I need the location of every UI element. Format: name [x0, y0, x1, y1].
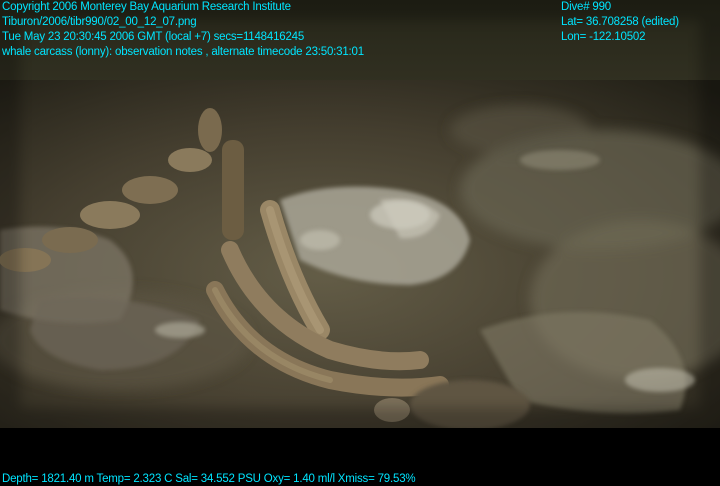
latitude: Lat= 36.708258 (edited) — [561, 16, 679, 28]
sensor-readout: Depth= 1821.40 m Temp= 2.323 C Sal= 34.5… — [2, 472, 416, 486]
seafloor-image — [0, 0, 720, 428]
copyright-line: Copyright 2006 Monterey Bay Aquarium Res… — [2, 1, 291, 13]
file-path-line: Tiburon/2006/tibr990/02_00_12_07.png — [2, 16, 197, 28]
observation-notes-line: whale carcass (lonny): observation notes… — [2, 46, 364, 58]
dive-number: Dive# 990 — [561, 1, 611, 13]
metadata-overlay-left: Copyright 2006 Monterey Bay Aquarium Res… — [2, 0, 364, 60]
longitude: Lon= -122.10502 — [561, 31, 646, 43]
video-frame: Copyright 2006 Monterey Bay Aquarium Res… — [0, 0, 720, 486]
sensor-values-line: Depth= 1821.40 m Temp= 2.323 C Sal= 34.5… — [2, 473, 416, 485]
underwater-scene — [0, 0, 720, 428]
metadata-overlay-right: Dive# 990 Lat= 36.708258 (edited) Lon= -… — [561, 0, 679, 45]
timestamp-line: Tue May 23 20:30:45 2006 GMT (local +7) … — [2, 31, 305, 43]
